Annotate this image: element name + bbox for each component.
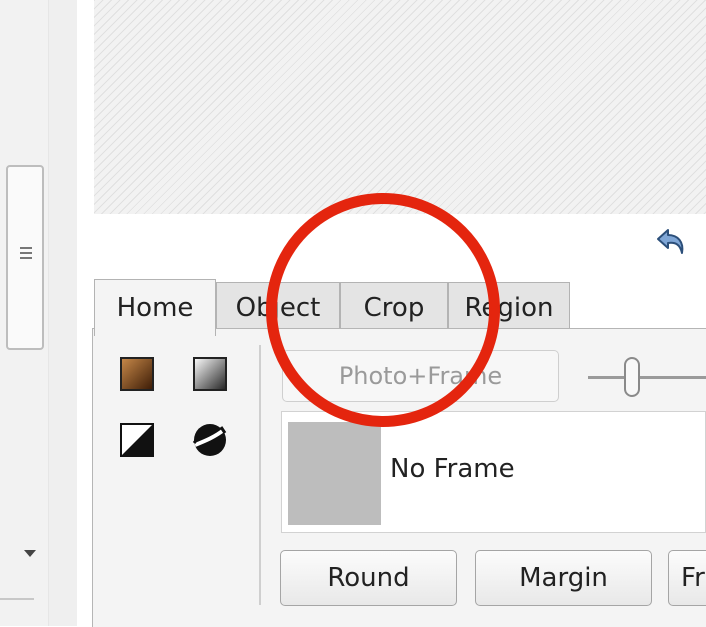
frame-button[interactable]: Fr — [668, 550, 706, 606]
panel-divider — [259, 345, 261, 605]
left-side-panel-strip — [48, 0, 77, 626]
black-white-effect-icon[interactable] — [120, 423, 154, 457]
scrollbar-thumb[interactable] — [6, 165, 44, 350]
tab-home[interactable]: Home — [94, 279, 216, 336]
frame-list[interactable]: No Frame — [281, 411, 706, 533]
scrollbar-divider — [0, 598, 34, 600]
frame-thumbnail[interactable] — [288, 422, 381, 525]
scroll-down-icon[interactable] — [24, 550, 36, 557]
frame-size-slider-track[interactable] — [588, 376, 706, 379]
frame-label: No Frame — [390, 454, 515, 484]
frame-size-slider-thumb[interactable] — [624, 357, 640, 397]
scroll-grip-icon — [20, 247, 32, 259]
highlight-circle — [266, 193, 500, 427]
grayscale-effect-icon[interactable] — [193, 357, 227, 391]
image-canvas[interactable] — [94, 0, 706, 214]
invert-effect-icon[interactable] — [191, 421, 229, 459]
margin-button[interactable]: Margin — [475, 550, 652, 606]
round-button[interactable]: Round — [280, 550, 457, 606]
undo-icon[interactable] — [652, 222, 692, 262]
sepia-effect-icon[interactable] — [120, 357, 154, 391]
left-side-panel — [0, 0, 77, 626]
